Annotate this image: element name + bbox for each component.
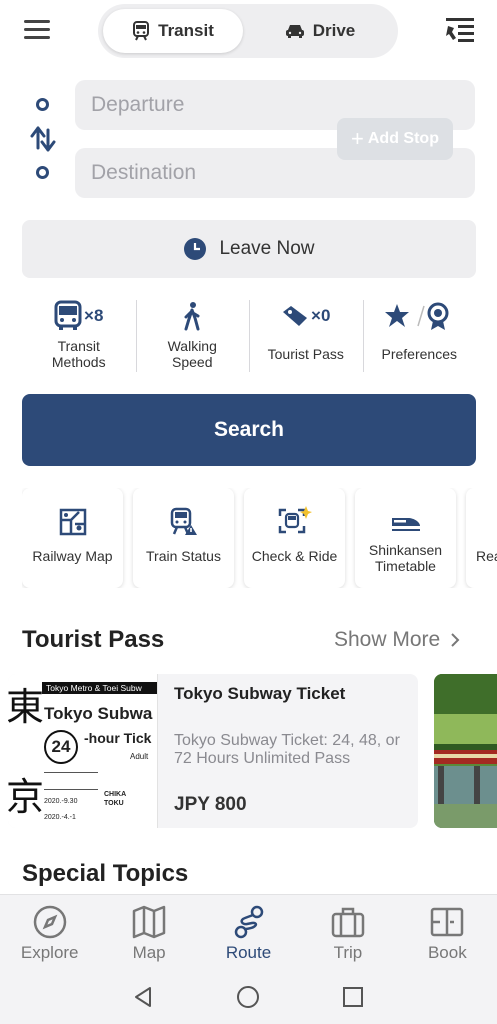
back-icon[interactable] <box>132 986 154 1008</box>
transit-methods-label-2: Methods <box>51 354 106 370</box>
star-badge-icon <box>385 302 449 330</box>
walking-icon <box>184 302 200 331</box>
ticket-header: Tokyo Metro & Toei Subw <box>42 682 157 694</box>
saved-routes-icon[interactable] <box>444 16 476 46</box>
ticket-hour-label: -hour Tick <box>84 730 152 746</box>
leave-now-label: Leave Now <box>219 238 315 259</box>
option-walking-speed[interactable]: Walking Speed <box>135 296 250 376</box>
ticket-title: Tokyo Subwa <box>44 704 153 723</box>
add-stop-button[interactable]: + Add Stop <box>337 118 453 160</box>
tourist-pass-card-next[interactable] <box>434 674 497 828</box>
departure-placeholder: Departure <box>91 93 185 116</box>
tile-check-ride-label: Check & Ride <box>251 548 338 564</box>
ticket-date-1: 2020.-9.30 <box>44 798 78 805</box>
bottom-nav: Explore Map Route Trip Book <box>0 894 497 970</box>
hamburger-menu-icon[interactable] <box>24 18 52 40</box>
route-icon <box>234 905 263 939</box>
system-nav-bar <box>0 970 497 1024</box>
tourist-pass-count: ×0 <box>311 306 331 325</box>
tile-railway-map-label: Railway Map <box>32 548 113 564</box>
mode-toggle: Transit Drive <box>98 4 398 58</box>
nav-route-label: Route <box>225 943 272 962</box>
show-more-label: Show More <box>334 628 441 651</box>
tourist-pass-card[interactable]: 東 京 Tokyo Metro & Toei Subw Tokyo Subwa … <box>8 674 418 828</box>
drive-mode-button[interactable]: Drive <box>250 9 390 53</box>
nav-route[interactable]: Route <box>199 895 298 970</box>
route-options: ×8 Transit Methods Walking Speed ×0 Touris… <box>22 296 476 376</box>
ticket-kanji-2: 京 <box>8 775 45 819</box>
transit-methods-count: ×8 <box>84 306 104 325</box>
walking-speed-label-2: Speed <box>172 354 213 370</box>
tile-more-label: Rea <box>476 548 497 564</box>
nav-book-label: Book <box>427 943 467 962</box>
tile-railway-map[interactable]: Railway Map <box>22 488 123 588</box>
nav-trip[interactable]: Trip <box>298 895 397 970</box>
option-tourist-pass[interactable]: ×0 Tourist Pass <box>249 296 363 376</box>
compass-icon <box>33 905 66 939</box>
pass-description: Tokyo Subway Ticket: 24, 48, or 72 Hours… <box>174 732 400 767</box>
option-preferences[interactable]: Preferences <box>362 296 477 376</box>
map-icon <box>132 905 166 939</box>
plus-icon: + <box>351 126 364 151</box>
ticket-kanji-1: 東 <box>8 685 45 729</box>
tile-shinkansen-label-2: Timetable <box>375 558 436 574</box>
suitcase-icon <box>331 907 365 938</box>
drive-label: Drive <box>312 21 356 40</box>
ticket-stripes <box>44 772 98 790</box>
recents-icon[interactable] <box>342 986 364 1008</box>
option-transit-methods[interactable]: ×8 Transit Methods <box>22 296 136 376</box>
nav-map[interactable]: Map <box>99 895 198 970</box>
nav-explore-label: Explore <box>20 943 79 962</box>
destination-placeholder: Destination <box>91 161 197 184</box>
nav-map-label: Map <box>132 943 166 962</box>
bus-icon <box>54 300 82 330</box>
walking-speed-label-1: Walking <box>167 338 217 354</box>
clock-icon <box>184 238 207 260</box>
car-icon <box>285 25 304 38</box>
top-bar: Transit Drive <box>0 0 497 62</box>
nav-trip-label: Trip <box>333 943 363 962</box>
ticket-image: 東 京 Tokyo Metro & Toei Subw Tokyo Subwa … <box>8 674 158 828</box>
transit-label: Transit <box>158 21 214 40</box>
scan-train-icon <box>278 506 312 534</box>
train-icon <box>133 21 150 41</box>
tile-shinkansen-timetable[interactable]: Shinkansen Timetable <box>355 488 456 588</box>
tile-shinkansen-label-1: Shinkansen <box>368 542 443 558</box>
preferences-label: Preferences <box>381 346 457 362</box>
tile-train-status-label: Train Status <box>146 548 221 564</box>
nav-explore[interactable]: Explore <box>0 895 99 970</box>
ticket-icon <box>283 306 308 326</box>
departure-dot-icon <box>36 98 49 111</box>
shinkansen-icon <box>391 518 420 531</box>
transit-methods-label-1: Transit <box>57 338 100 354</box>
railway-map-icon <box>59 508 86 536</box>
pass-name: Tokyo Subway Ticket <box>174 684 346 703</box>
tourist-pass-option-label: Tourist Pass <box>267 346 344 362</box>
leave-now-button[interactable]: Leave Now <box>22 220 476 278</box>
tile-check-ride[interactable]: Check & Ride <box>244 488 345 588</box>
book-icon <box>431 907 464 937</box>
ticket-hours: 24 <box>44 730 78 764</box>
chevron-right-icon <box>451 633 460 647</box>
swap-icon[interactable] <box>30 126 56 152</box>
tile-train-status[interactable]: Train Status <box>133 488 234 588</box>
ticket-brand: CHIKA TOKU <box>104 791 126 807</box>
search-button[interactable]: Search <box>22 394 476 466</box>
show-more-link[interactable]: Show More <box>334 628 460 652</box>
search-label: Search <box>213 418 285 441</box>
home-icon[interactable] <box>236 985 260 1009</box>
tile-more[interactable]: Rea <box>466 488 497 588</box>
add-stop-label: Add Stop <box>367 130 439 147</box>
train-alert-icon <box>170 507 197 535</box>
ticket-adult: Adult <box>130 752 149 761</box>
scenic-train-photo <box>434 674 497 828</box>
ticket-date-2: 2020.-4.-1 <box>44 814 76 821</box>
nav-book[interactable]: Book <box>398 895 497 970</box>
destination-dot-icon <box>36 166 49 179</box>
special-topics-title: Special Topics <box>22 860 189 887</box>
quick-actions: Railway Map Train Status Check & Ride Sh… <box>22 488 497 588</box>
tourist-pass-title: Tourist Pass <box>22 626 165 653</box>
pass-price: JPY 800 <box>174 794 247 815</box>
transit-mode-button[interactable]: Transit <box>103 9 243 53</box>
